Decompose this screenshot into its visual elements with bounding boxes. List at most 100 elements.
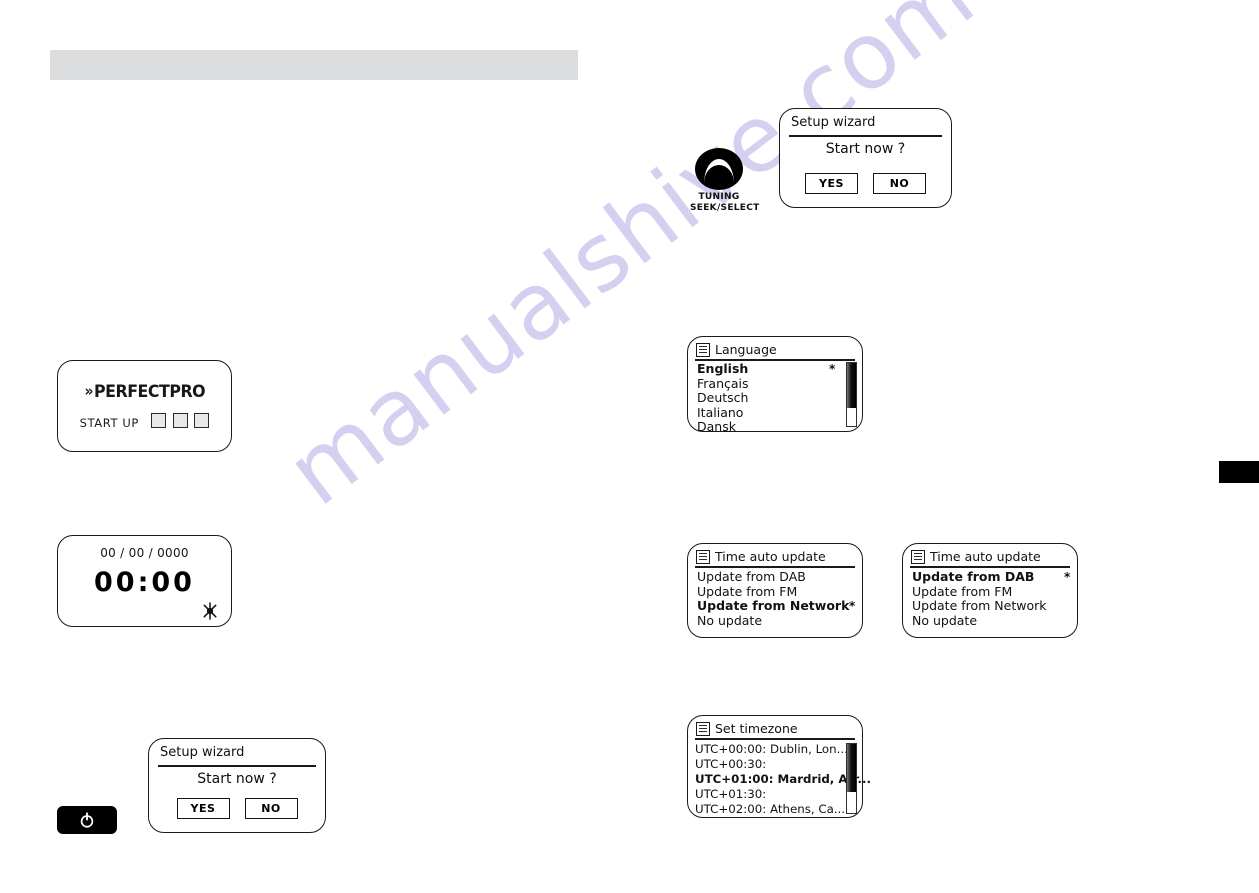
- menu-list-icon: [911, 549, 925, 564]
- setup-wizard-screen-top: Setup wizard Start now ? YES NO: [779, 108, 952, 208]
- menu-item[interactable]: UTC+00:30:: [695, 757, 842, 772]
- menu-item[interactable]: Update from Network: [912, 598, 1069, 614]
- setup-wizard-title: Setup wizard: [791, 115, 876, 130]
- menu-item-label: UTC+01:00: Mardrid, Arr...: [695, 772, 871, 786]
- menu-item-label: Update from Network: [912, 598, 1047, 614]
- menu-item-label: Deutsch: [697, 390, 749, 406]
- menu-item-label: Italiano: [697, 404, 744, 420]
- selected-marker-icon: *: [849, 599, 856, 614]
- set-timezone-title: Set timezone: [715, 721, 798, 736]
- tuning-knob-label: TUNING SEEK/SELECT: [690, 192, 760, 214]
- menu-item[interactable]: UTC+02:00: Athens, Ca...: [695, 802, 846, 817]
- time-auto-update-screen-dab: Time auto update Update from DAB * Update …: [902, 543, 1078, 638]
- startup-block: [151, 413, 167, 428]
- setup-wizard-question: Start now ?: [197, 771, 277, 787]
- power-icon: [80, 812, 94, 828]
- menu-item-label: Update from FM: [912, 583, 1013, 599]
- menu-item-label: Dansk: [697, 419, 736, 435]
- time-auto-update-title: Time auto update: [715, 549, 826, 564]
- brand-text: PERFECTPRO: [93, 382, 206, 402]
- menu-item[interactable]: No update: [697, 612, 854, 629]
- menu-item[interactable]: Italiano: [697, 404, 854, 421]
- menu-item-label: No update: [697, 612, 763, 628]
- brand-mark-icon: »: [84, 382, 93, 400]
- watermark: manualshive.com: [268, 0, 994, 730]
- brand-logo: »PERFECTPRO: [84, 382, 205, 402]
- time-auto-update-screen-network: Time auto update Update from DAB Update f…: [687, 543, 863, 638]
- menu-item[interactable]: UTC+01:00: Mardrid, Arr...: [695, 772, 871, 787]
- menu-item[interactable]: English *: [697, 361, 854, 377]
- language-scrollbar[interactable]: [846, 362, 857, 427]
- set-timezone-screen: Set timezone UTC+00:00: Dublin, Lon... UT…: [687, 715, 871, 818]
- menu-item[interactable]: Update from FM: [697, 583, 854, 600]
- no-button[interactable]: NO: [873, 173, 926, 194]
- time-auto-update-list: Update from DAB Update from FM Update from…: [697, 569, 856, 629]
- set-timezone-list: UTC+00:00: Dublin, Lon... UTC+00:30: UTC+0…: [695, 742, 871, 817]
- menu-item-label: Update from FM: [697, 583, 798, 599]
- menu-item[interactable]: Deutsch: [697, 390, 854, 406]
- tuning-knob[interactable]: TUNING SEEK/SELECT: [690, 148, 760, 214]
- menu-item[interactable]: Dansk: [697, 420, 854, 435]
- menu-item-label: Français: [697, 375, 749, 391]
- no-button[interactable]: NO: [244, 798, 298, 819]
- tuning-knob-label-line2: SEEK/SELECT: [690, 203, 760, 213]
- menu-list-icon: [696, 549, 710, 564]
- selected-marker-icon: *: [829, 362, 836, 376]
- page-edge-tab: [1219, 461, 1259, 483]
- setup-wizard-title: Setup wizard: [160, 745, 245, 760]
- menu-item[interactable]: Update from Network *: [697, 598, 856, 614]
- menu-item-label: English: [697, 361, 749, 376]
- menu-item-label: Update from Network: [697, 598, 850, 614]
- clock-date: 00 / 00 / 0000: [100, 546, 189, 560]
- startup-row: START UP: [58, 413, 231, 434]
- menu-list-icon: [696, 342, 710, 357]
- rotary-knob-icon[interactable]: [695, 148, 743, 190]
- menu-item-label: UTC+02:00: Athens, Ca...: [695, 802, 846, 816]
- menu-list-icon: [696, 721, 710, 736]
- menu-item[interactable]: UTC+00:00: Dublin, Lon...: [695, 742, 848, 757]
- selected-marker-icon: *: [1064, 570, 1071, 584]
- set-timezone-scrollbar[interactable]: [846, 743, 857, 814]
- time-auto-update-header: Time auto update: [696, 548, 854, 565]
- menu-item-label: Update from DAB: [912, 569, 1035, 584]
- time-auto-update-divider: [910, 566, 1070, 568]
- menu-item-label: UTC+01:30:: [695, 787, 767, 801]
- language-screen: Language English * Français Deutsch Italiano…: [687, 336, 863, 435]
- scrollbar-thumb[interactable]: [847, 363, 856, 409]
- startup-block: [194, 413, 210, 428]
- menu-item[interactable]: No update: [912, 612, 1069, 629]
- manual-page: manualshive.com »PERFECTPRO START UP 00 …: [0, 0, 1259, 893]
- setup-wizard-question: Start now ?: [825, 141, 906, 157]
- setup-wizard-buttons: YES NO: [149, 798, 325, 819]
- set-timezone-divider: [695, 738, 855, 740]
- set-timezone-header: Set timezone: [696, 720, 854, 737]
- language-header: Language: [696, 341, 854, 358]
- clock-time: 00:00: [94, 567, 195, 598]
- setup-wizard-buttons: YES NO: [780, 173, 951, 194]
- startup-progress-blocks: [149, 413, 210, 433]
- menu-item[interactable]: UTC+01:30:: [695, 787, 842, 802]
- startup-label: START UP: [79, 416, 139, 430]
- menu-item-label: Update from DAB: [697, 569, 806, 584]
- scrollbar-thumb[interactable]: [847, 744, 856, 793]
- setup-wizard-divider: [789, 135, 942, 137]
- tuning-knob-label-line1: TUNING: [698, 192, 740, 202]
- sun-icon: [203, 602, 217, 620]
- menu-item[interactable]: Update from DAB *: [912, 569, 1071, 585]
- setup-wizard-divider: [158, 765, 316, 767]
- language-list: English * Français Deutsch Italiano Dansk: [697, 361, 854, 435]
- menu-item[interactable]: Français: [697, 375, 854, 392]
- startup-block: [172, 413, 188, 428]
- menu-item-label: No update: [912, 612, 978, 628]
- menu-item[interactable]: Update from FM: [912, 583, 1069, 600]
- brand-row: »PERFECTPRO: [58, 382, 231, 402]
- yes-button[interactable]: YES: [176, 798, 230, 819]
- menu-item-label: UTC+00:00: Dublin, Lon...: [695, 742, 848, 756]
- yes-button[interactable]: YES: [805, 173, 858, 194]
- time-auto-update-list: Update from DAB * Update from FM Update fro…: [912, 569, 1071, 629]
- menu-item[interactable]: Update from DAB: [697, 569, 854, 585]
- time-auto-update-header: Time auto update: [911, 548, 1069, 565]
- power-button[interactable]: [57, 806, 117, 834]
- startup-screen: »PERFECTPRO START UP: [57, 360, 232, 452]
- time-auto-update-title: Time auto update: [930, 549, 1041, 564]
